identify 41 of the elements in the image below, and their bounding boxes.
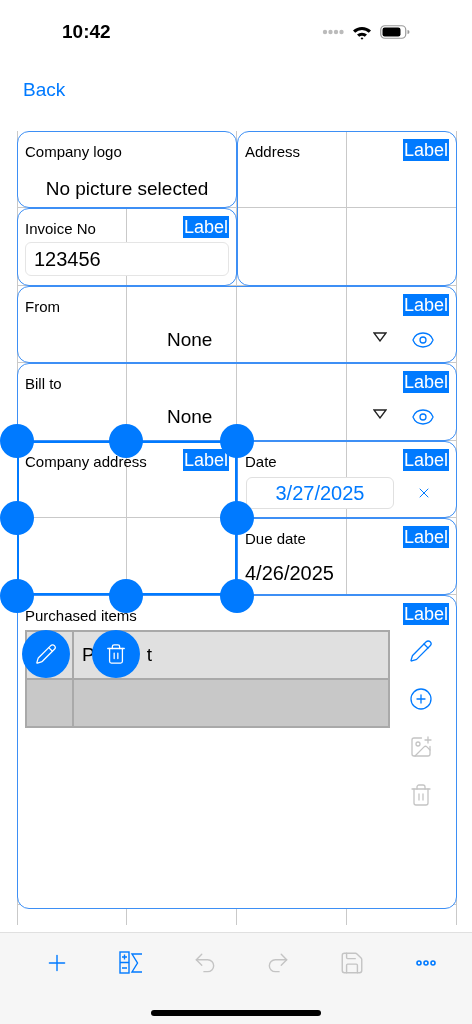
trash-icon [105,643,127,666]
field-title: Due date [245,529,306,548]
input-field[interactable]: 123456 [25,242,229,277]
dropdown-icon[interactable] [373,409,387,420]
form-widget[interactable] [17,131,237,209]
field-title: From [25,297,60,316]
date-field[interactable]: 3/27/2025 [246,476,394,509]
dropdown-icon[interactable] [373,331,387,342]
picker-value[interactable]: None [167,403,213,432]
signal-icon [322,29,344,35]
label-tag: Label [402,603,449,626]
field-title: Date [245,452,277,471]
resize-handle[interactable] [0,500,34,535]
placeholder-text: No picture selected [44,177,210,201]
add-icon[interactable] [409,687,433,712]
column-header-text: t [146,643,152,668]
resize-handle[interactable] [220,500,254,535]
field-title: Address [245,143,301,161]
field-title: Purchased items [25,607,137,626]
label-tag: Label [402,139,449,161]
label-tag: Label [182,216,229,239]
label-tag: Label [402,293,449,316]
field-title: Invoice No [25,220,96,239]
label-tag: Label [402,525,449,548]
back-link[interactable]: Back [23,76,66,105]
battery-icon [380,25,410,39]
wifi-icon [352,24,372,40]
resize-handle[interactable] [0,423,34,458]
date-value: 4/26/2025 [245,560,334,586]
picker-value[interactable]: None [167,325,213,355]
label-tag: Label [402,448,449,471]
field-title: Company logo [25,143,122,161]
resize-handle[interactable] [109,423,143,458]
pencil-icon [35,643,57,666]
status-time: 10:42 [62,19,111,44]
field-title: Company address [25,452,147,471]
resize-handle[interactable] [220,578,254,613]
pencil-icon[interactable] [409,639,433,664]
label-tag: Label [402,371,449,394]
field-title: Bill to [25,375,62,394]
label-tag: Label [182,448,229,471]
